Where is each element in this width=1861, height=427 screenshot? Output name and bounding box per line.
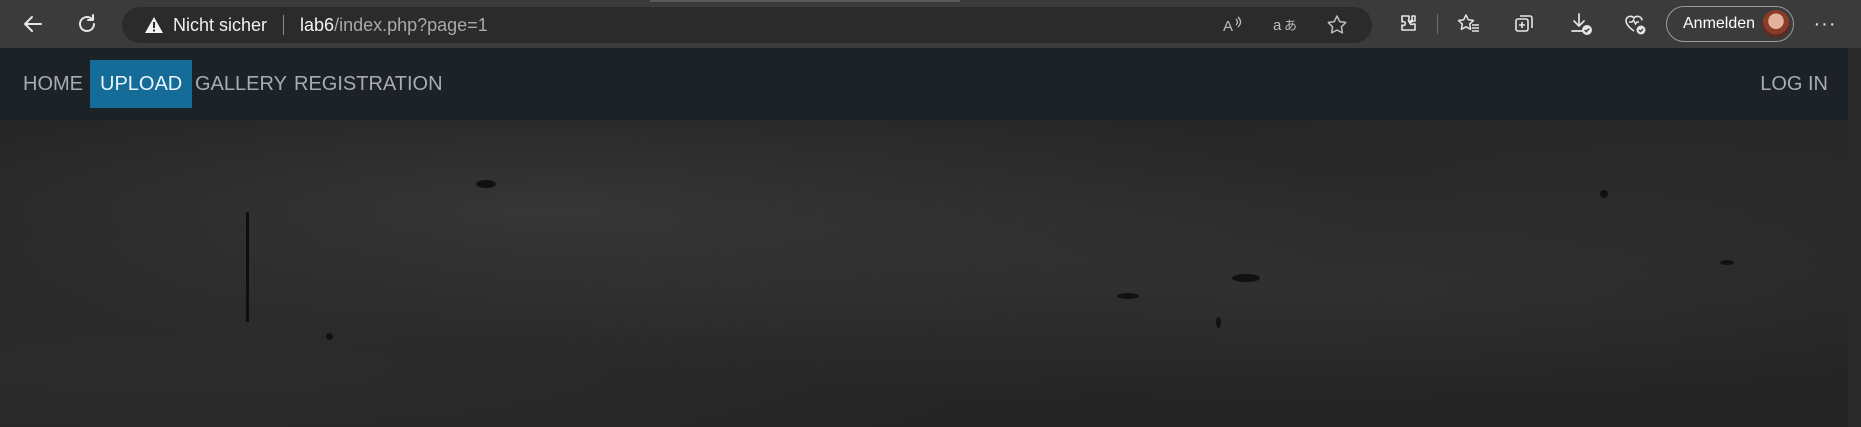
nav-registration[interactable]: REGISTRATION (284, 60, 453, 108)
texture-speck (1720, 260, 1734, 265)
tab-strip-edge (650, 0, 960, 2)
translate-icon[interactable]: a あ (1270, 10, 1300, 40)
sign-in-label: Anmelden (1683, 15, 1756, 32)
nav-home[interactable]: HOME (13, 60, 93, 108)
arrow-left-icon (24, 16, 42, 32)
hero-background-image (0, 120, 1848, 427)
texture-speck (476, 180, 496, 188)
avatar (1762, 10, 1790, 38)
sign-in-button[interactable]: Anmelden (1666, 6, 1794, 42)
svg-text:あ: あ (1284, 19, 1297, 34)
site-navbar: HOME UPLOAD GALLERY REGISTRATION LOG IN (0, 48, 1848, 120)
read-aloud-icon[interactable]: A (1218, 10, 1248, 40)
collections-icon[interactable] (1509, 9, 1539, 39)
texture-speck (1117, 293, 1139, 299)
toolbar-separator (1437, 14, 1438, 34)
reload-icon (79, 14, 95, 32)
favorites-icon[interactable] (1454, 9, 1484, 39)
browser-essentials-icon[interactable] (1620, 9, 1650, 39)
svg-text:A: A (1223, 18, 1233, 35)
texture-speck (1600, 190, 1608, 198)
back-button[interactable] (16, 8, 50, 40)
texture-speck (1216, 317, 1221, 328)
address-separator (283, 15, 285, 35)
nav-upload[interactable]: UPLOAD (90, 60, 193, 108)
favorite-star-icon[interactable] (1322, 10, 1352, 40)
nav-gallery[interactable]: GALLERY (185, 60, 297, 108)
browser-toolbar: Nicht sicher lab6/index.php?page=1 A a あ (0, 0, 1861, 48)
extensions-icon[interactable] (1393, 9, 1423, 39)
security-status-label[interactable]: Nicht sicher (173, 15, 267, 36)
more-options-icon[interactable]: ··· (1810, 9, 1840, 39)
reload-button[interactable] (70, 8, 104, 40)
nav-login[interactable]: LOG IN (1760, 60, 1828, 108)
texture-speck (1232, 274, 1260, 282)
texture-scratch (246, 212, 249, 322)
warning-icon[interactable] (144, 15, 164, 35)
url-path[interactable]: /index.php?page=1 (334, 15, 488, 36)
texture-speck (326, 333, 333, 340)
page-scrollbar[interactable] (1848, 48, 1861, 427)
url-host[interactable]: lab6 (300, 15, 334, 36)
address-bar[interactable]: Nicht sicher lab6/index.php?page=1 A a あ (122, 7, 1372, 43)
svg-text:a: a (1273, 17, 1282, 34)
downloads-icon[interactable] (1566, 9, 1596, 39)
